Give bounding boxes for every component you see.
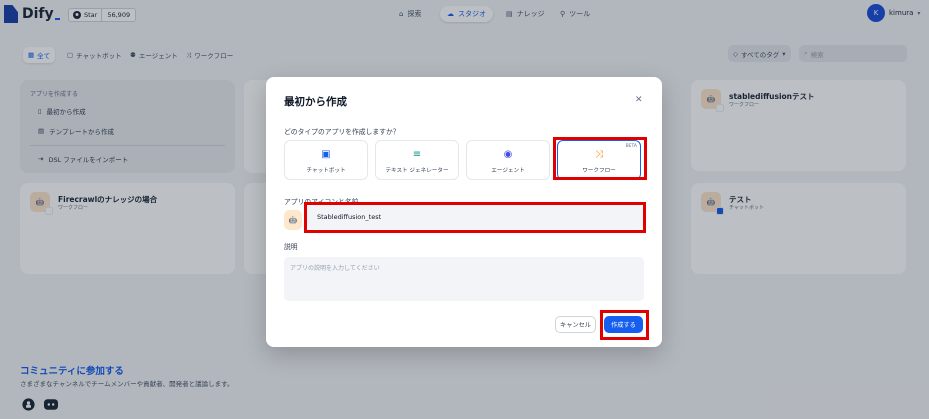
type-text-generator-label: テキスト ジェネレーター: [385, 168, 449, 174]
beta-badge: BETA: [625, 144, 637, 149]
cancel-button[interactable]: キャンセル: [555, 316, 596, 333]
modal-title: 最初から作成: [284, 96, 347, 108]
text-generator-icon: ≡: [412, 149, 422, 160]
type-workflow[interactable]: ⤨ ワークフロー BETA: [557, 140, 641, 180]
agent-icon: ◉: [503, 149, 513, 160]
app-icon-picker[interactable]: 🤖: [284, 210, 302, 230]
type-workflow-label: ワークフロー: [582, 168, 616, 174]
create-button[interactable]: 作成する: [604, 316, 643, 333]
type-agent-label: エージェント: [491, 168, 525, 174]
type-text-generator[interactable]: ≡ テキスト ジェネレーター: [375, 140, 459, 180]
app-name-input[interactable]: Stablediffusion_test: [307, 205, 643, 229]
description-label: 説明: [284, 243, 298, 251]
type-chatbot-label: チャットボット: [306, 168, 346, 174]
app-type-question: どのタイプのアプリを作成しますか？: [284, 128, 400, 136]
type-chatbot[interactable]: ▣ チャットボット: [284, 140, 368, 180]
chatbot-icon: ▣: [321, 149, 331, 160]
close-icon[interactable]: ✕: [635, 95, 643, 105]
description-textarea[interactable]: アプリの説明を入力してください: [284, 257, 644, 301]
type-agent[interactable]: ◉ エージェント: [466, 140, 550, 180]
workflow-icon: ⤨: [595, 149, 603, 160]
